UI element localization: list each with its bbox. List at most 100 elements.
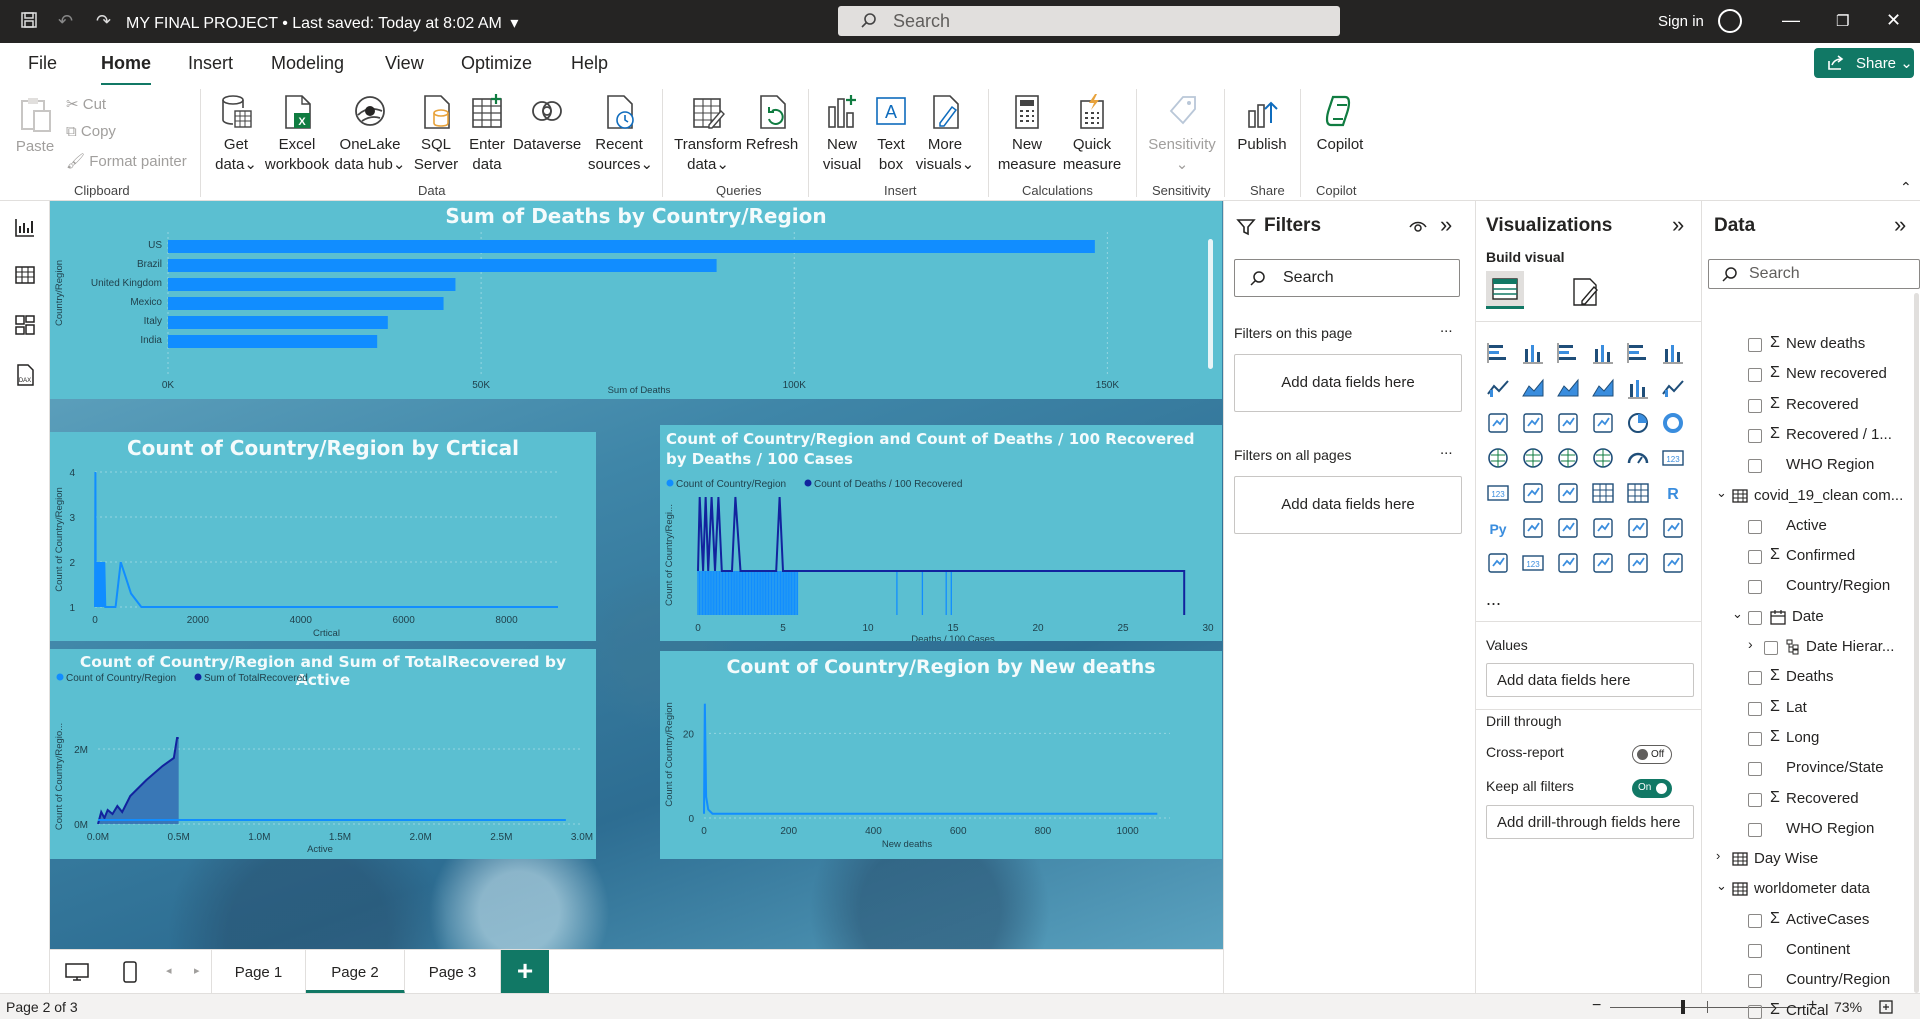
save-icon[interactable]	[20, 11, 38, 34]
copilot-button[interactable]: Copilot	[1308, 93, 1372, 155]
matrix-icon[interactable]	[1626, 481, 1650, 505]
new-card-icon[interactable]: 123	[1521, 551, 1545, 575]
more-visuals-button[interactable]: More visuals⌄	[914, 93, 976, 175]
arcgis-icon[interactable]	[1591, 551, 1615, 575]
slicer-icon[interactable]	[1556, 481, 1580, 505]
desktop-layout-icon[interactable]	[64, 962, 90, 982]
text-box-button[interactable]: A Text box	[870, 93, 912, 175]
field-item[interactable]: Σ ActiveCases	[1702, 908, 1912, 934]
copy-button[interactable]: ⧉ Copy	[66, 123, 116, 140]
clustered-column-icon[interactable]	[1591, 341, 1615, 365]
decomposition-tree-icon[interactable]	[1556, 516, 1580, 540]
recent-sources-button[interactable]: Recent sources⌄	[588, 93, 653, 175]
mobile-layout-icon[interactable]	[122, 960, 138, 984]
card-icon[interactable]: 123	[1661, 446, 1685, 470]
filters-all-pages-well[interactable]: Add data fields here	[1234, 476, 1462, 534]
page-tab-2[interactable]: Page 2	[306, 950, 405, 994]
funnel-icon[interactable]	[1556, 411, 1580, 435]
field-item[interactable]: Country/Region	[1702, 968, 1912, 994]
close-icon[interactable]: ✕	[1886, 10, 1901, 31]
minimize-icon[interactable]: —	[1782, 10, 1800, 31]
ribbon-chart-icon[interactable]	[1486, 411, 1510, 435]
tab-modeling[interactable]: Modeling	[271, 53, 344, 74]
azure-map-icon[interactable]	[1591, 446, 1615, 470]
filled-map-icon[interactable]	[1556, 446, 1580, 470]
100-bar-icon[interactable]	[1626, 341, 1650, 365]
line-clustered-icon[interactable]	[1661, 376, 1685, 400]
chevron-right-icon[interactable]: ›	[1748, 636, 1753, 652]
refresh-button[interactable]: Refresh	[744, 93, 800, 155]
sensitivity-button[interactable]: Sensitivity ⌄	[1144, 93, 1220, 175]
dax-query-view-icon[interactable]: DAX	[13, 363, 37, 387]
field-checkbox[interactable]	[1748, 398, 1762, 413]
dataverse-button[interactable]: Dataverse	[510, 93, 584, 155]
qa-icon[interactable]	[1591, 516, 1615, 540]
field-checkbox[interactable]	[1748, 762, 1762, 777]
chevron-left-icon[interactable]: ◂	[166, 964, 172, 977]
r-visual-icon[interactable]: R	[1661, 481, 1685, 505]
visual-count-by-critical[interactable]: Count of Country/Region by Crtical 12340…	[50, 432, 596, 641]
tab-view[interactable]: View	[385, 53, 424, 74]
donut-chart-icon[interactable]	[1661, 411, 1685, 435]
paginated-report-icon[interactable]	[1486, 551, 1510, 575]
field-checkbox[interactable]	[1748, 671, 1762, 686]
field-item[interactable]: Σ Recovered	[1702, 393, 1912, 419]
field-checkbox[interactable]	[1748, 822, 1762, 837]
list-slicer-icon[interactable]	[1556, 551, 1580, 575]
field-checkbox[interactable]	[1748, 519, 1762, 534]
report-view-icon[interactable]	[13, 215, 37, 239]
publish-button[interactable]: Publish	[1232, 93, 1292, 155]
avatar-icon[interactable]	[1718, 9, 1742, 33]
field-item[interactable]: Province/State	[1702, 756, 1912, 782]
area-chart-icon[interactable]	[1521, 376, 1545, 400]
redo-icon[interactable]: ↷	[96, 11, 111, 32]
zoom-out-icon[interactable]: −	[1592, 997, 1601, 1015]
page-tab-1[interactable]: Page 1	[211, 950, 306, 994]
build-visual-tab[interactable]	[1486, 271, 1524, 309]
table-icon[interactable]	[1591, 481, 1615, 505]
pie-chart-icon[interactable]	[1626, 411, 1650, 435]
field-checkbox[interactable]	[1748, 792, 1762, 807]
field-item[interactable]: Country/Region	[1702, 574, 1912, 600]
key-influencers-icon[interactable]	[1521, 516, 1545, 540]
filters-search-input[interactable]: Search	[1234, 259, 1460, 297]
collapse-ribbon-icon[interactable]: ⌃	[1900, 179, 1912, 196]
gauge-icon[interactable]	[1626, 446, 1650, 470]
chevron-down-icon[interactable]: ⌄	[1716, 878, 1727, 894]
get-data-button[interactable]: Get data⌄	[212, 93, 260, 175]
field-item[interactable]: Σ Lat	[1702, 696, 1912, 722]
restore-icon[interactable]: ❐	[1836, 12, 1849, 30]
treemap-icon[interactable]	[1486, 446, 1510, 470]
field-item[interactable]: Continent	[1702, 938, 1912, 964]
share-button[interactable]: Share ⌄	[1814, 48, 1914, 78]
format-painter-button[interactable]: 🖌 Format painter	[66, 152, 187, 170]
field-item[interactable]: WHO Region	[1702, 817, 1912, 843]
scrollbar[interactable]	[1914, 293, 1919, 993]
100-column-icon[interactable]	[1661, 341, 1685, 365]
python-visual-icon[interactable]: Py	[1486, 516, 1510, 540]
kpi-icon[interactable]	[1521, 481, 1545, 505]
data-search-input[interactable]: Search	[1708, 259, 1920, 289]
field-item[interactable]: › Day Wise	[1702, 847, 1912, 873]
new-measure-button[interactable]: New measure	[996, 93, 1058, 175]
filters-page-well[interactable]: Add data fields here	[1234, 354, 1462, 412]
sql-server-button[interactable]: SQL Server	[412, 93, 460, 175]
table-view-icon[interactable]	[13, 263, 37, 287]
field-item[interactable]: Σ Deaths	[1702, 665, 1912, 691]
collapse-filters-icon[interactable]: »	[1440, 212, 1452, 238]
page-tab-3[interactable]: Page 3	[405, 950, 501, 994]
chevron-right-icon[interactable]: ›	[1716, 848, 1720, 863]
undo-icon[interactable]: ↶	[58, 11, 73, 32]
map-icon[interactable]	[1521, 446, 1545, 470]
field-checkbox[interactable]	[1748, 610, 1762, 625]
visual-recovered-by-active[interactable]: Count of Country/Region and Sum of Total…	[50, 649, 596, 859]
visual-count-by-new-deaths[interactable]: Count of Country/Region by New deaths 02…	[660, 651, 1222, 859]
field-item[interactable]: Σ New deaths	[1702, 332, 1912, 358]
scrollbar[interactable]	[1208, 239, 1213, 369]
tab-file[interactable]: File	[28, 53, 57, 74]
chevron-down-icon[interactable]: ⌄	[1716, 485, 1727, 501]
visual-deaths-per-100-cases[interactable]: Count of Country/Region and Count of Dea…	[660, 425, 1222, 641]
line-chart-icon[interactable]	[1486, 376, 1510, 400]
field-item[interactable]: Σ Recovered / 1...	[1702, 423, 1912, 449]
enter-data-button[interactable]: Enter data	[464, 93, 510, 175]
